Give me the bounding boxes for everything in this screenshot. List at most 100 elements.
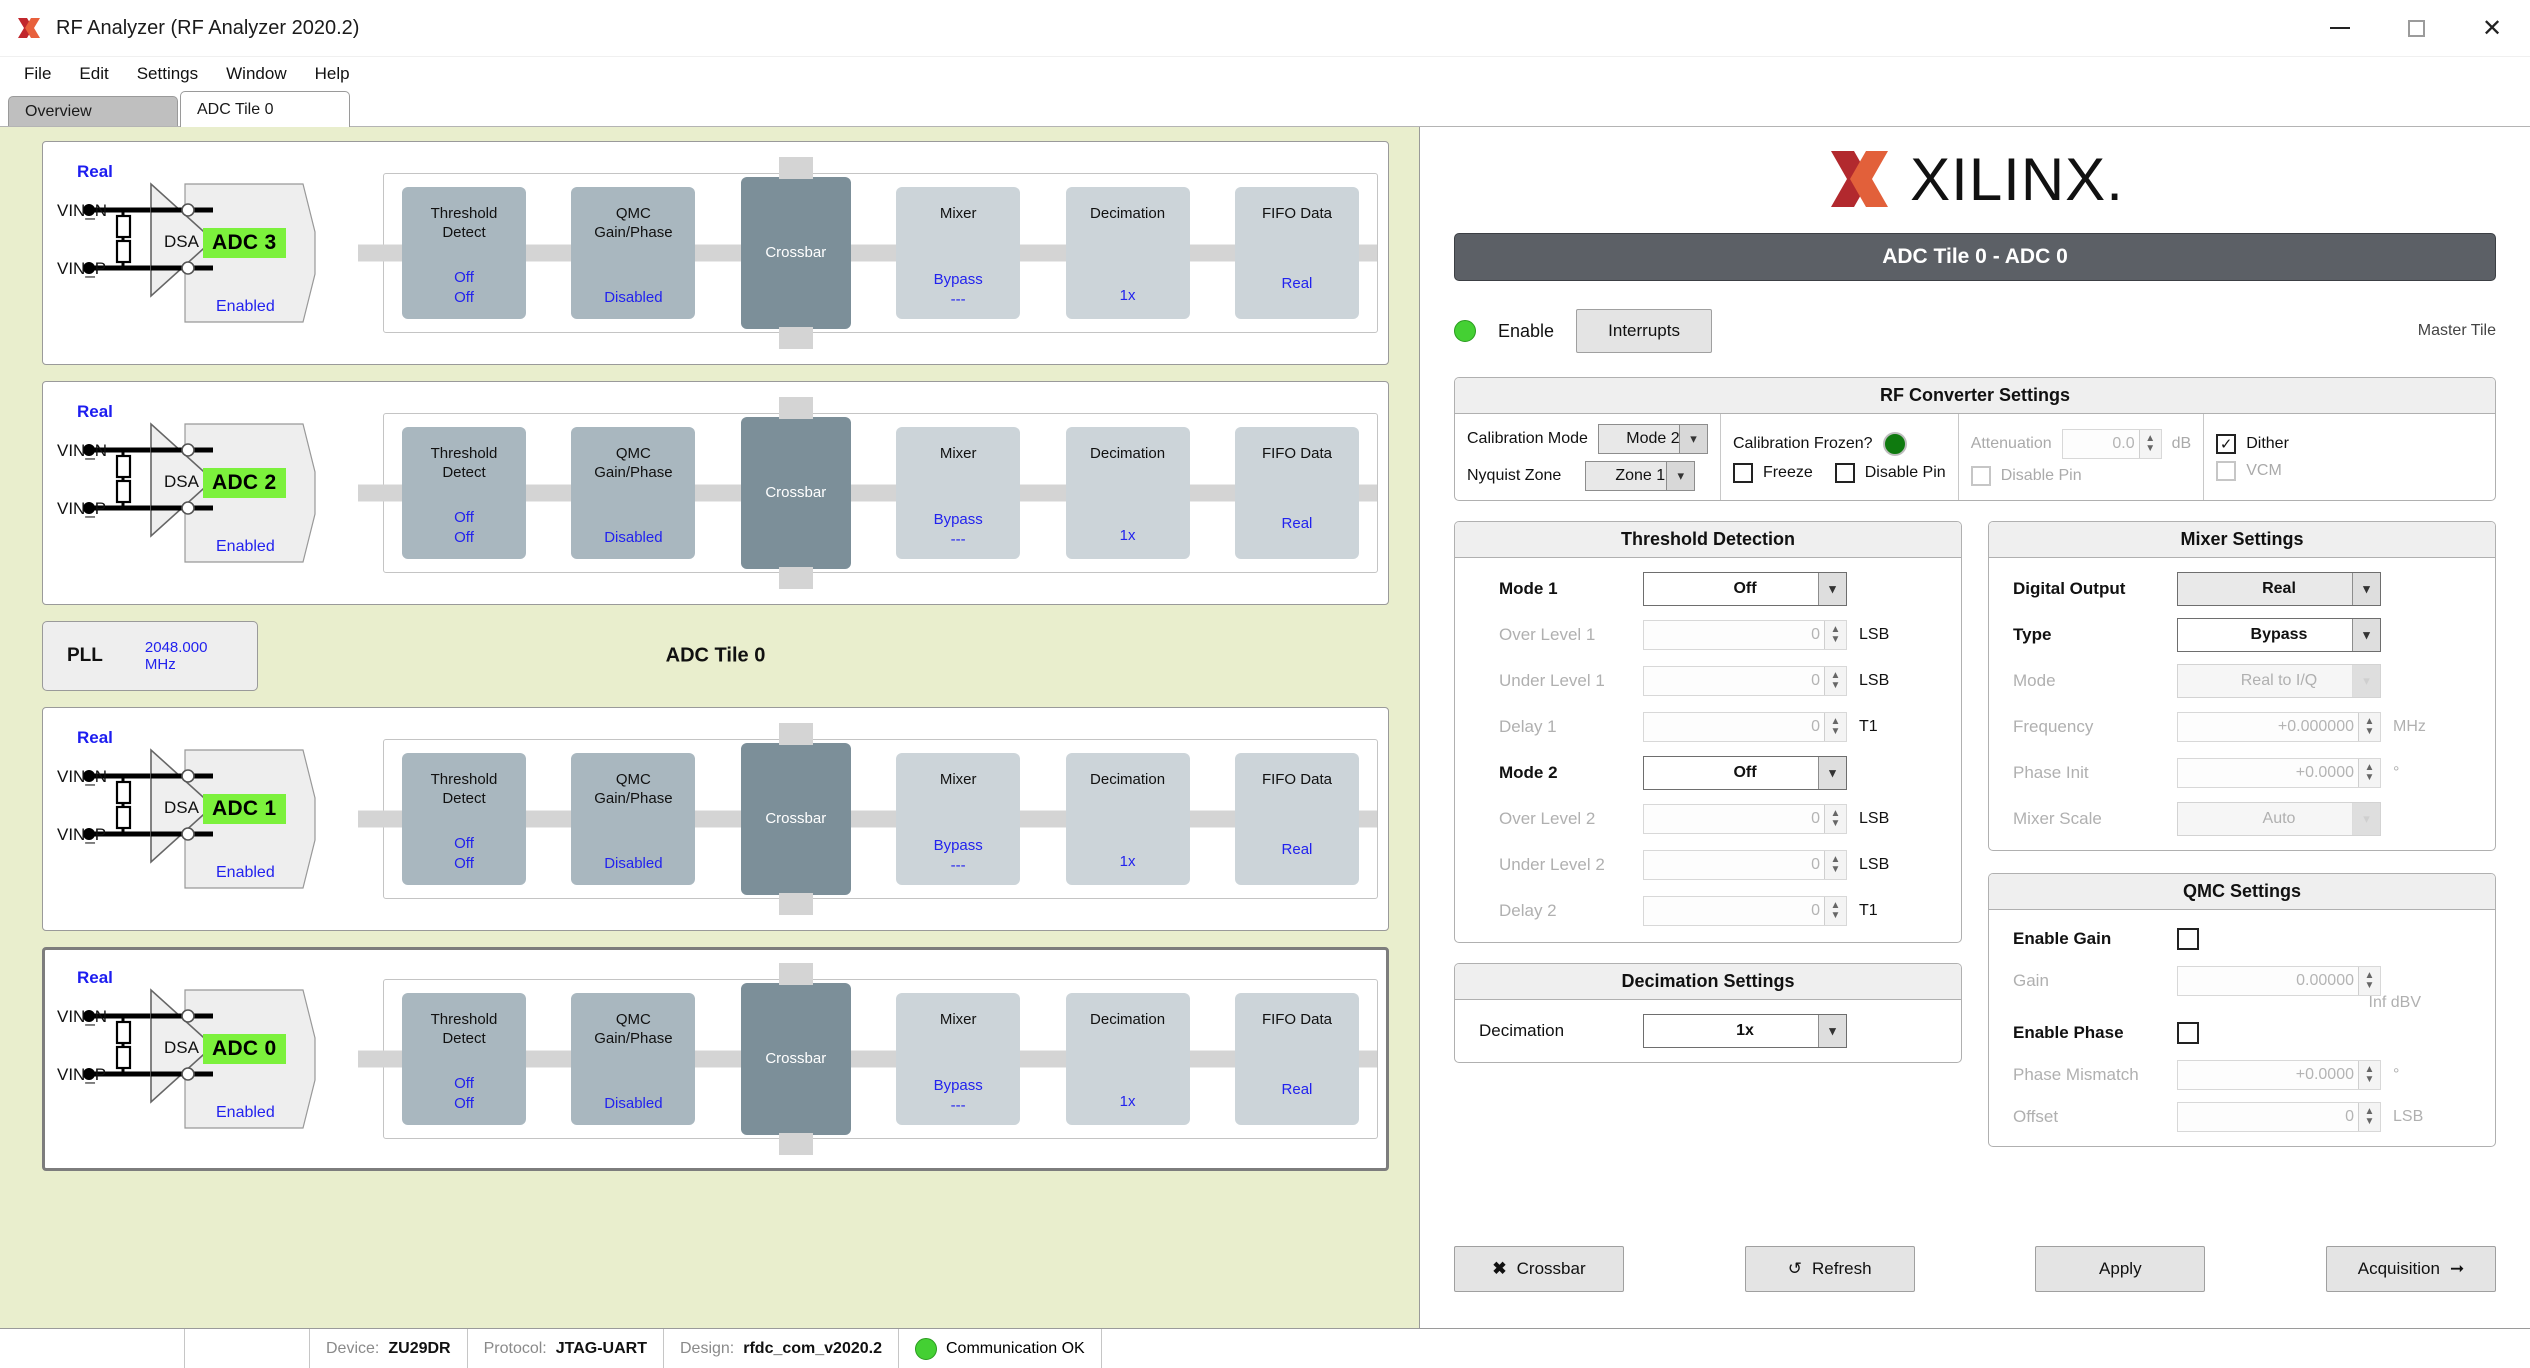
menu-edit[interactable]: Edit <box>65 60 122 88</box>
menu-file[interactable]: File <box>10 60 65 88</box>
over-level-2-spinner[interactable]: 0 ▲ ▼ <box>1643 804 1847 834</box>
block-qmc-0[interactable]: QMC Gain/Phase Disabled <box>571 993 696 1125</box>
block-decimation-3[interactable]: Decimation 1x <box>1065 187 1190 319</box>
block-crossbar-0[interactable]: Crossbar <box>740 963 851 1155</box>
menu-window[interactable]: Window <box>212 60 300 88</box>
pll-box[interactable]: PLL 2048.000 MHz <box>42 621 258 691</box>
spinner-arrows-icon[interactable]: ▲ ▼ <box>2358 713 2380 741</box>
adc-row-1[interactable]: Real DSA VIN_N VIN_P ADC 1 Enabled Thres… <box>42 707 1389 931</box>
block-mixer-0[interactable]: Mixer Bypass --- <box>896 993 1021 1125</box>
under-level-2-spinner[interactable]: 0 ▲ ▼ <box>1643 850 1847 880</box>
calibration-mode-select[interactable]: Mode 2 ▾ <box>1597 423 1708 454</box>
acquisition-button[interactable]: Acquisition ➞ <box>2325 1246 2496 1292</box>
mixer-phase-init-spinner[interactable]: +0.0000 ▲ ▼ <box>2177 758 2381 788</box>
refresh-button[interactable]: ↺ Refresh <box>1744 1246 1915 1292</box>
apply-button-label: Apply <box>2099 1259 2142 1278</box>
spinner-arrows-icon[interactable]: ▲ ▼ <box>2358 1103 2380 1131</box>
attenuation-disable-pin-checkbox[interactable] <box>1970 465 1991 486</box>
block-crossbar-2[interactable]: Crossbar <box>740 397 851 589</box>
block-qmc-3[interactable]: QMC Gain/Phase Disabled <box>571 187 696 319</box>
block-crossbar-1[interactable]: Crossbar <box>740 723 851 915</box>
mixer-type-select[interactable]: Bypass ▾ <box>2177 618 2381 652</box>
mixer-mode-select[interactable]: Real to I/Q ▾ <box>2177 664 2381 698</box>
phase-mismatch-spinner[interactable]: +0.0000 ▲ ▼ <box>2177 1060 2381 1090</box>
threshold-mode-2-select[interactable]: Off ▾ <box>1643 756 1847 790</box>
spinner-arrows-icon[interactable]: ▲ ▼ <box>2358 759 2380 787</box>
block-decimation-2[interactable]: Decimation 1x <box>1065 427 1190 559</box>
vcm-checkbox[interactable] <box>2216 460 2237 481</box>
crossbar-stub-top <box>778 397 813 419</box>
block-threshold-detect-2[interactable]: Threshold Detect Off Off <box>402 427 526 559</box>
block-fifo-data-0[interactable]: FIFO Data Real <box>1234 993 1359 1125</box>
spinner-arrows-icon[interactable]: ▲ ▼ <box>2358 967 2380 995</box>
spinner-arrows-icon[interactable]: ▲ ▼ <box>2138 429 2161 458</box>
freeze-checkbox[interactable] <box>1732 462 1753 483</box>
block-mixer-3[interactable]: Mixer Bypass --- <box>896 187 1021 319</box>
threshold-mode-1-select[interactable]: Off ▾ <box>1643 572 1847 606</box>
enable-phase-checkbox[interactable] <box>2177 1022 2199 1044</box>
delay-2-spinner[interactable]: 0 ▲ ▼ <box>1643 896 1847 926</box>
decimation-value: 1x <box>1736 1022 1754 1039</box>
attenuation-spinner[interactable]: 0.0 ▲ ▼ <box>2061 428 2162 459</box>
block-threshold-detect-1[interactable]: Threshold Detect Off Off <box>402 753 526 885</box>
tab-adc-tile-0[interactable]: ADC Tile 0 <box>180 91 350 127</box>
rfcs-col-dither: ✓ Dither VCM <box>2203 414 2301 500</box>
crossbar-stub-top <box>778 157 813 179</box>
adc-row-3[interactable]: Real DSA VIN_N VIN_P ADC 3 Enabled Thres… <box>42 141 1389 365</box>
digital-output-select[interactable]: Real ▾ <box>2177 572 2381 606</box>
threshold-value: 0 <box>1811 626 1820 643</box>
block-qmc-1[interactable]: QMC Gain/Phase Disabled <box>571 753 696 885</box>
block-title: Mixer <box>939 445 977 462</box>
block-fifo-data-2[interactable]: FIFO Data Real <box>1234 427 1359 559</box>
crossbar-button[interactable]: ✖ Crossbar <box>1454 1246 1624 1292</box>
block-mixer-1[interactable]: Mixer Bypass --- <box>896 753 1021 885</box>
offset-spinner[interactable]: 0 ▲ ▼ <box>2177 1102 2381 1132</box>
decimation-settings-title: Decimation Settings <box>1455 964 1961 1000</box>
minimize-button[interactable] <box>2302 0 2378 57</box>
menu-settings[interactable]: Settings <box>123 60 212 88</box>
spinner-arrows-icon[interactable]: ▲ ▼ <box>1824 851 1846 879</box>
decimation-select[interactable]: 1x ▾ <box>1643 1014 1847 1048</box>
block-mixer-2[interactable]: Mixer Bypass --- <box>896 427 1021 559</box>
mixer-frequency-spinner[interactable]: +0.000000 ▲ ▼ <box>2177 712 2381 742</box>
enable-gain-checkbox[interactable] <box>2177 928 2199 950</box>
disable-pin-checkbox[interactable] <box>1834 462 1855 483</box>
window-controls: ✕ <box>2302 0 2530 57</box>
block-threshold-detect-3[interactable]: Threshold Detect Off Off <box>402 187 526 319</box>
close-button[interactable]: ✕ <box>2454 0 2530 57</box>
dither-checkbox[interactable]: ✓ <box>2216 433 2237 454</box>
left-settings-column: Threshold Detection Mode 1 Off ▾ Over Le… <box>1454 521 1962 1147</box>
threshold-row-under1: Under Level 1 0 ▲ ▼ LSB <box>1465 658 1951 704</box>
delay-1-spinner[interactable]: 0 ▲ ▼ <box>1643 712 1847 742</box>
under-level-1-spinner[interactable]: 0 ▲ ▼ <box>1643 666 1847 696</box>
mixer-scale-select[interactable]: Auto ▾ <box>2177 802 2381 836</box>
block-threshold-detect-0[interactable]: Threshold Detect Off Off <box>402 993 526 1125</box>
spinner-arrows-icon[interactable]: ▲ ▼ <box>1824 621 1846 649</box>
adc-state-1: Enabled <box>216 864 275 881</box>
block-decimation-0[interactable]: Decimation 1x <box>1065 993 1190 1125</box>
block-decimation-1[interactable]: Decimation 1x <box>1065 753 1190 885</box>
chevron-down-icon: ▾ <box>2352 573 2380 605</box>
block-qmc-2[interactable]: QMC Gain/Phase Disabled <box>571 427 696 559</box>
block-fifo-data-3[interactable]: FIFO Data Real <box>1234 187 1359 319</box>
menu-help[interactable]: Help <box>301 60 364 88</box>
maximize-button[interactable] <box>2378 0 2454 57</box>
interrupts-button[interactable]: Interrupts <box>1576 309 1713 353</box>
over-level-1-spinner[interactable]: 0 ▲ ▼ <box>1643 620 1847 650</box>
svg-text:VIN_P: VIN_P <box>57 1065 106 1084</box>
adc-row-0[interactable]: Real DSA VIN_N VIN_P ADC 0 Enabled Thres… <box>42 947 1389 1171</box>
nyquist-zone-select[interactable]: Zone 1 ▾ <box>1585 460 1696 491</box>
refresh-button-label: Refresh <box>1812 1259 1872 1278</box>
apply-button[interactable]: Apply <box>2035 1246 2206 1292</box>
block-fifo-data-1[interactable]: FIFO Data Real <box>1234 753 1359 885</box>
spinner-arrows-icon[interactable]: ▲ ▼ <box>1824 667 1846 695</box>
tab-overview[interactable]: Overview <box>8 96 178 127</box>
spinner-arrows-icon[interactable]: ▲ ▼ <box>1824 897 1846 925</box>
adc-row-2[interactable]: Real DSA VIN_N VIN_P ADC 2 Enabled Thres… <box>42 381 1389 605</box>
spinner-arrows-icon[interactable]: ▲ ▼ <box>1824 805 1846 833</box>
block-title: Crossbar <box>765 483 827 501</box>
gain-spinner[interactable]: 0.00000 ▲ ▼ <box>2177 966 2381 996</box>
spinner-arrows-icon[interactable]: ▲ ▼ <box>2358 1061 2380 1089</box>
spinner-arrows-icon[interactable]: ▲ ▼ <box>1824 713 1846 741</box>
block-crossbar-3[interactable]: Crossbar <box>740 157 851 349</box>
